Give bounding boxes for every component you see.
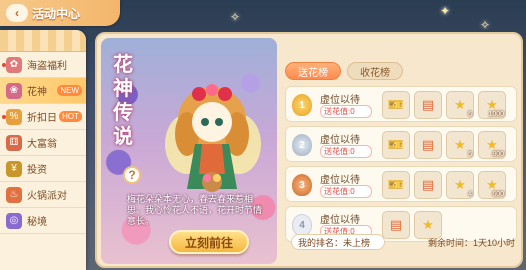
- top-banner: ‹ 活动中心: [0, 0, 120, 26]
- ranking-row: 3 虚位以待 送花值:0 🎫 ▤ ★ 4 ★ 600: [285, 166, 517, 202]
- player-name: 虚位以待: [320, 95, 360, 106]
- sparkle-icon: ✧: [230, 10, 241, 24]
- reward-amount: 6: [468, 111, 472, 118]
- sidebar: ✿ 海盗福利 ❀ 花神 NEW% 折扣日 HOT ⚅ 大富翁 ¥ 投资 ♨ 火锅派对 ◎ 秘境: [0, 30, 86, 270]
- sidebar-item-label: 投资: [27, 165, 47, 176]
- reward-amount: 5: [468, 151, 472, 158]
- portal-icon: ◎: [6, 212, 22, 229]
- hero-title-char: 神: [113, 76, 133, 100]
- tab-receive-flowers[interactable]: 收花榜: [347, 62, 403, 80]
- go-now-button[interactable]: 立刻前往: [169, 230, 249, 254]
- notification-dot: [2, 115, 6, 119]
- sidebar-item[interactable]: % 折扣日 HOT: [0, 104, 86, 130]
- ranking-list: 1 虚位以待 送花值:0 🎫 ▤ ★ 6 ★ 1000 2 虚位以待 送花值:0 🎫 ▤ ★ 5 ★ 800 3 虚位…: [285, 86, 517, 246]
- my-rank-value: 未上榜: [343, 237, 371, 248]
- flower-value-number: 0: [350, 187, 355, 196]
- sidebar-item-label: 花神: [27, 87, 47, 98]
- rank-medal-icon: 2: [292, 134, 312, 156]
- flower-fairy-character: [165, 84, 261, 192]
- flower-value-label: 送花值:: [324, 147, 351, 156]
- star-icon[interactable]: ★ 5: [446, 131, 474, 159]
- sparkle-icon: ✧: [480, 18, 491, 32]
- player-name: 虚位以待: [320, 215, 360, 226]
- star-icon[interactable]: ★ 600: [478, 171, 506, 199]
- star-icon[interactable]: ★ 800: [478, 131, 506, 159]
- flower-value: 送花值:0: [320, 185, 372, 198]
- player-name: 虚位以待: [320, 175, 360, 186]
- sidebar-item[interactable]: ❀ 花神 NEW: [0, 78, 86, 104]
- card-icon[interactable]: ▤: [414, 91, 442, 119]
- sidebar-item[interactable]: ⚅ 大富翁: [0, 130, 86, 156]
- time-value: 1天10小时: [472, 238, 515, 248]
- card-icon[interactable]: ▤: [382, 211, 410, 239]
- hero-description: 梅花朵朵本无心，春去春来惹相思。我心怜花人不语，花开时节情意长。: [127, 194, 263, 226]
- ticket-icon[interactable]: 🎫: [382, 131, 410, 159]
- star-icon[interactable]: ★ 1000: [478, 91, 506, 119]
- ticket-icon[interactable]: 🎫: [382, 171, 410, 199]
- star-icon[interactable]: ★ 6: [446, 91, 474, 119]
- status-badge: HOT: [59, 111, 82, 122]
- ranking-row: 1 虚位以待 送花值:0 🎫 ▤ ★ 6 ★ 1000: [285, 86, 517, 122]
- gift-icon: ✿: [6, 56, 22, 73]
- rank-medal-icon: 3: [292, 174, 312, 196]
- page-title: 活动中心: [32, 6, 81, 21]
- flower-value: 送花值:0: [320, 145, 372, 158]
- rank-medal-icon: 4: [292, 214, 312, 236]
- my-rank-label: 我的排名：: [298, 237, 344, 248]
- time-remaining: 剩余时间：1天10小时: [428, 236, 515, 249]
- hotpot-icon: ♨: [6, 186, 22, 203]
- main-panel: 花神传说 ? 梅花朵朵本无心，春去春来惹相思。我心怜花人不语，花开时节情意长。 …: [95, 32, 523, 268]
- hero-title-char: 说: [113, 124, 133, 148]
- sparkle-icon: ✦: [440, 4, 451, 18]
- flower-icon: ❀: [6, 82, 22, 99]
- status-badge: NEW: [57, 85, 82, 96]
- flower-value-label: 送花值:: [324, 107, 351, 116]
- reward-list: 🎫 ▤ ★ 4 ★ 600: [382, 171, 506, 199]
- hero-title-char: 花: [113, 52, 133, 76]
- ranking-tabs: 送花榜 收花榜: [285, 62, 403, 80]
- sidebar-decoration: [0, 30, 86, 52]
- flower-value-label: 送花值:: [324, 187, 351, 196]
- card-icon[interactable]: ▤: [414, 171, 442, 199]
- card-icon[interactable]: ▤: [414, 131, 442, 159]
- my-rank: 我的排名： 未上榜: [291, 234, 385, 250]
- flower-value-number: 0: [350, 107, 355, 116]
- reward-list: 🎫 ▤ ★ 6 ★ 1000: [382, 91, 506, 119]
- ranking-row: 2 虚位以待 送花值:0 🎫 ▤ ★ 5 ★ 800: [285, 126, 517, 162]
- coin-icon: ¥: [6, 160, 22, 177]
- ticket-icon[interactable]: 🎫: [382, 91, 410, 119]
- player-name: 虚位以待: [320, 135, 360, 146]
- sidebar-item[interactable]: ✿ 海盗福利: [0, 52, 86, 78]
- sidebar-item[interactable]: ♨ 火锅派对: [0, 182, 86, 208]
- sidebar-item-label: 大富翁: [27, 139, 57, 150]
- sidebar-item-label: 折扣日: [27, 113, 57, 124]
- sidebar-item-label: 海盗福利: [27, 61, 67, 72]
- time-label: 剩余时间：: [427, 238, 473, 248]
- help-button[interactable]: ?: [123, 166, 141, 184]
- flower-value: 送花值:0: [320, 105, 372, 118]
- reward-amount: 800: [492, 151, 504, 158]
- flower-value-number: 0: [350, 147, 355, 156]
- tab-send-flowers[interactable]: 送花榜: [285, 62, 341, 80]
- star-icon[interactable]: ★: [414, 211, 442, 239]
- reward-list: 🎫 ▤ ★ 5 ★ 800: [382, 131, 506, 159]
- sidebar-item-label: 火锅派对: [27, 191, 67, 202]
- rank-medal-icon: 1: [292, 94, 312, 116]
- tag-icon: %: [6, 108, 22, 125]
- sidebar-item[interactable]: ¥ 投资: [0, 156, 86, 182]
- reward-amount: 600: [492, 191, 504, 198]
- dice-icon: ⚅: [6, 134, 22, 151]
- sidebar-item[interactable]: ◎ 秘境: [0, 208, 86, 234]
- sidebar-item-label: 秘境: [27, 217, 47, 228]
- hero-title: 花神传说: [113, 52, 139, 148]
- star-icon[interactable]: ★ 4: [446, 171, 474, 199]
- chevron-left-icon[interactable]: ‹: [6, 4, 28, 22]
- reward-list: ▤ ★: [382, 211, 442, 239]
- hero-title-char: 传: [113, 100, 133, 124]
- reward-amount: 1000: [488, 111, 504, 118]
- hero-banner: 花神传说 ? 梅花朵朵本无心，春去春来惹相思。我心怜花人不语，花开时节情意长。 …: [101, 38, 277, 264]
- reward-amount: 4: [468, 191, 472, 198]
- notification-dot: [2, 63, 6, 67]
